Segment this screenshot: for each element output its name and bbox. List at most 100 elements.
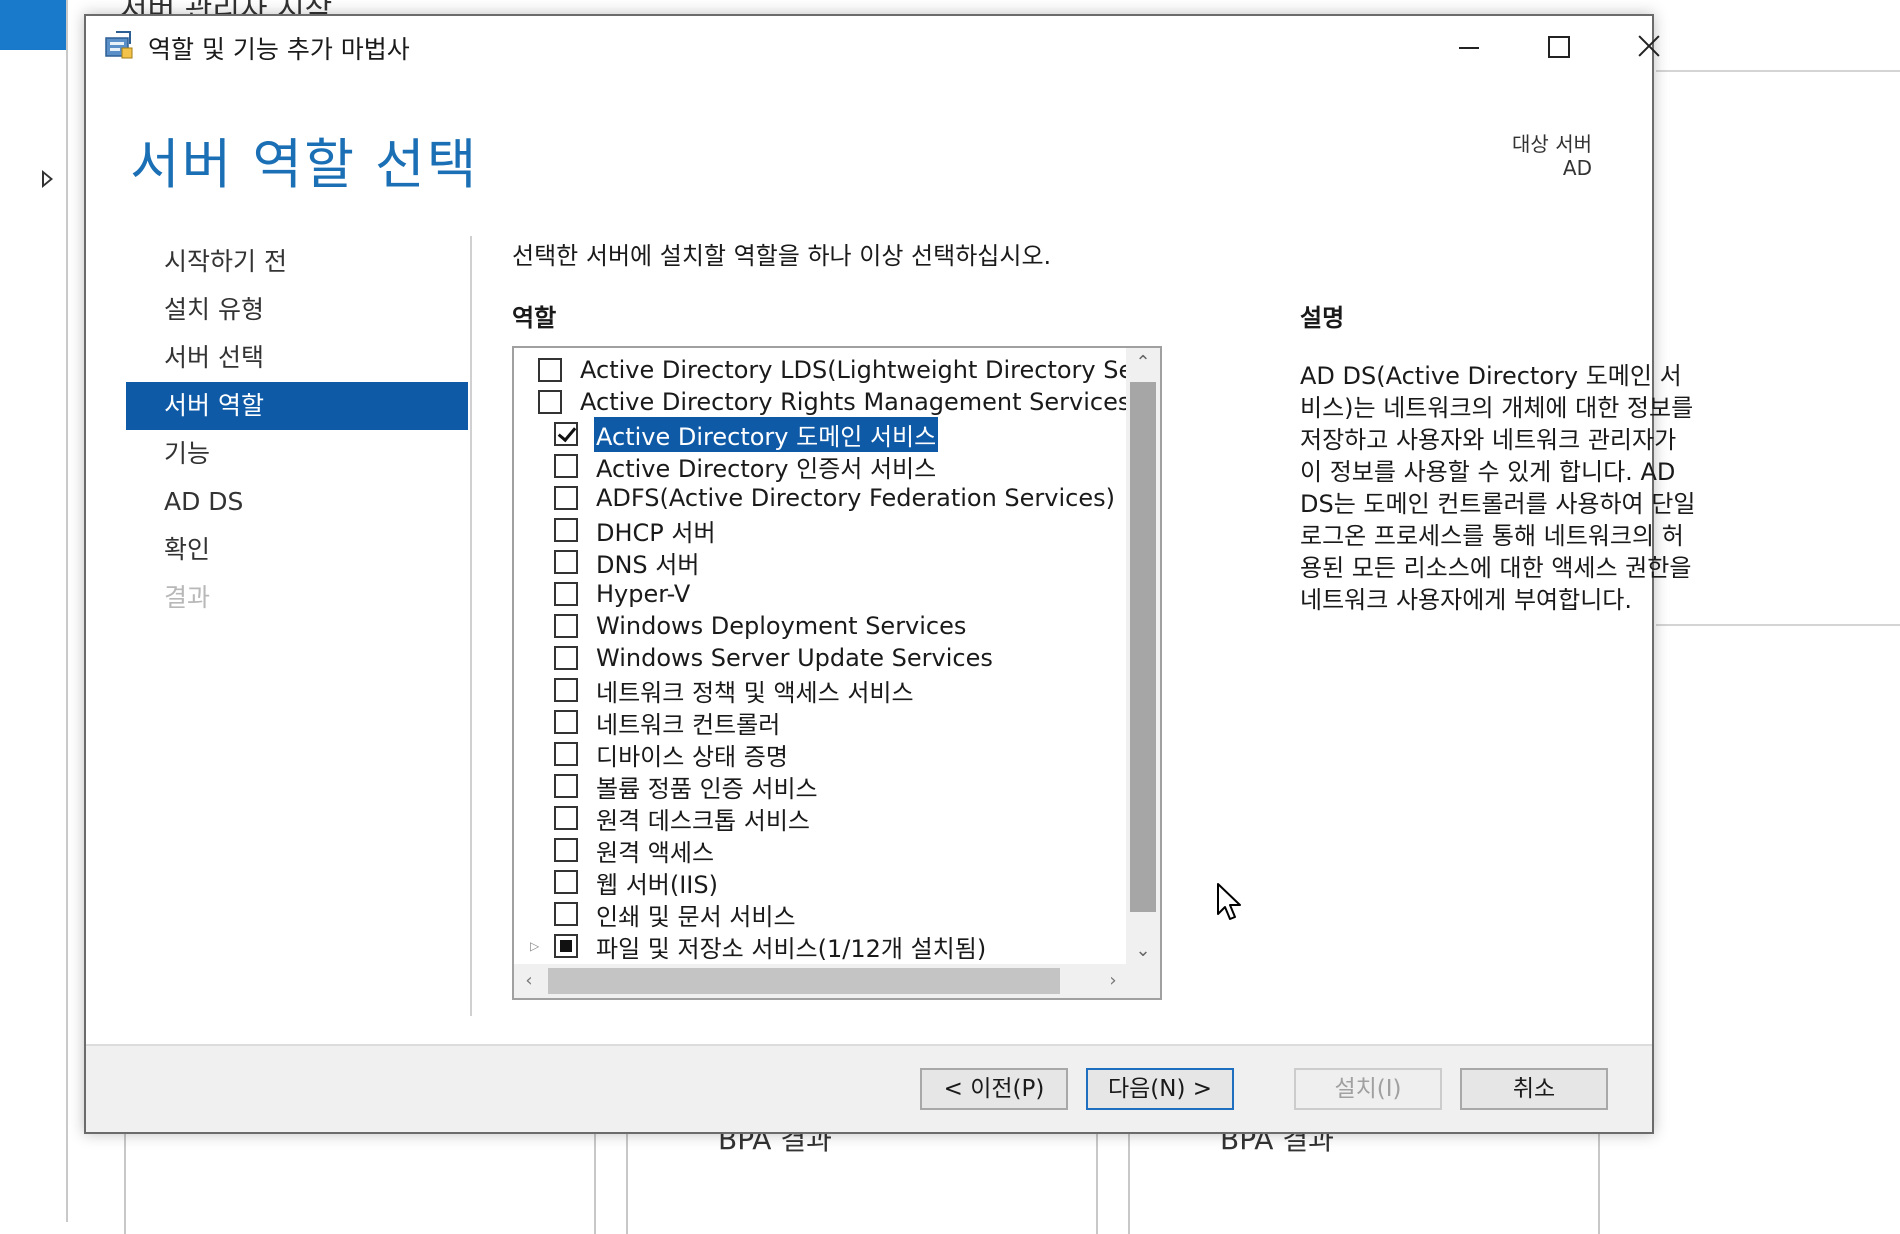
wizard-app-icon [105, 31, 133, 59]
nav-item-before-you-begin[interactable]: 시작하기 전 [126, 238, 468, 286]
minimize-icon[interactable] [1426, 16, 1512, 76]
role-list-item[interactable]: Active Directory Rights Management Servi… [514, 386, 1128, 418]
roles-header: 역할 [512, 304, 557, 332]
background-panel [626, 1132, 1098, 1234]
role-checkbox[interactable] [554, 550, 578, 574]
nav-item-features[interactable]: 기능 [126, 430, 468, 478]
role-label[interactable]: Active Directory Rights Management Servi… [578, 388, 1128, 416]
role-checkbox[interactable] [538, 358, 562, 382]
role-label[interactable]: 파일 및 저장소 서비스(1/12개 설치됨) [594, 929, 988, 964]
role-checkbox[interactable] [554, 774, 578, 798]
role-list-item[interactable]: Active Directory 도메인 서비스 [514, 416, 1128, 452]
role-label[interactable]: 원격 액세스 [594, 833, 716, 868]
role-label[interactable]: Active Directory 인증서 서비스 [594, 449, 938, 484]
nav-item-installation-type[interactable]: 설치 유형 [126, 286, 468, 334]
role-label[interactable]: 웹 서버(IIS) [594, 865, 720, 900]
role-list-item[interactable]: 네트워크 컨트롤러 [514, 705, 1128, 740]
scroll-right-icon[interactable]: › [1098, 964, 1128, 998]
role-list-item[interactable]: 웹 서버(IIS) [514, 865, 1128, 900]
role-checkbox[interactable] [554, 518, 578, 542]
maximize-icon[interactable] [1516, 16, 1602, 76]
role-label[interactable]: Hyper-V [594, 580, 692, 608]
role-checkbox[interactable] [554, 710, 578, 734]
role-list-item[interactable]: 원격 데스크톱 서비스 [514, 801, 1128, 836]
close-icon[interactable] [1606, 16, 1692, 76]
expand-triangle-icon[interactable]: ▷ [530, 939, 546, 953]
vertical-scroll-thumb[interactable] [1130, 382, 1156, 912]
role-label[interactable]: Windows Server Update Services [594, 644, 995, 672]
mouse-cursor-icon [1217, 883, 1241, 920]
role-label[interactable]: 원격 데스크톱 서비스 [594, 801, 812, 836]
background-divider [1656, 624, 1900, 626]
scroll-down-icon[interactable]: ⌄ [1126, 936, 1160, 966]
previous-button[interactable]: < 이전(P) [920, 1068, 1068, 1110]
expand-arrow-icon[interactable] [42, 170, 53, 188]
background-panel [1128, 1132, 1600, 1234]
role-checkbox[interactable] [554, 678, 578, 702]
role-label[interactable]: Active Directory 도메인 서비스 [594, 416, 939, 452]
role-label[interactable]: 디바이스 상태 증명 [594, 737, 790, 772]
role-checkbox[interactable] [554, 902, 578, 926]
wizard-footer: < 이전(P) 다음(N) > 설치(I) 취소 [86, 1044, 1652, 1132]
server-manager-sidebar [0, 0, 68, 1222]
scroll-up-icon[interactable]: ⌃ [1126, 348, 1160, 378]
role-label[interactable]: Active Directory LDS(Lightweight Directo… [578, 356, 1128, 384]
horizontal-scrollbar[interactable]: ‹ › [514, 964, 1128, 998]
role-list-item[interactable]: 볼륨 정품 인증 서비스 [514, 769, 1128, 804]
role-checkbox[interactable] [554, 934, 578, 958]
background-divider [1656, 70, 1900, 72]
role-checkbox[interactable] [554, 870, 578, 894]
scrollbar-corner [1126, 964, 1160, 998]
nav-item-ad-ds[interactable]: AD DS [126, 478, 468, 526]
role-label[interactable]: 네트워크 컨트롤러 [594, 705, 782, 740]
role-list-item[interactable]: 인쇄 및 문서 서비스 [514, 897, 1128, 932]
scroll-left-icon[interactable]: ‹ [514, 964, 544, 998]
role-list-item[interactable]: Hyper-V [514, 578, 1128, 610]
role-label[interactable]: DNS 서버 [594, 545, 701, 580]
role-checkbox[interactable] [554, 838, 578, 862]
next-button[interactable]: 다음(N) > [1086, 1068, 1234, 1110]
role-label[interactable]: 네트워크 정책 및 액세스 서비스 [594, 673, 916, 708]
nav-item-server-roles[interactable]: 서버 역할 [126, 382, 468, 430]
role-label[interactable]: Windows Deployment Services [594, 612, 968, 640]
target-server-label: 대상 서버 [1512, 132, 1592, 156]
role-label[interactable]: 볼륨 정품 인증 서비스 [594, 769, 820, 804]
wizard-steps-nav: 시작하기 전 설치 유형 서버 선택 서버 역할 기능 AD DS 확인 결과 [126, 238, 468, 622]
horizontal-scroll-thumb[interactable] [548, 968, 1060, 994]
role-checkbox[interactable] [554, 486, 578, 510]
role-list-item[interactable]: Active Directory 인증서 서비스 [514, 449, 1128, 484]
role-list-item[interactable]: Windows Server Update Services [514, 642, 1128, 674]
role-checkbox[interactable] [554, 806, 578, 830]
role-list-item[interactable]: ▷ 파일 및 저장소 서비스(1/12개 설치됨) [514, 929, 1128, 964]
role-label[interactable]: 인쇄 및 문서 서비스 [594, 897, 798, 932]
page-title: 서버 역할 선택 [130, 133, 479, 196]
role-list-item[interactable]: Windows Deployment Services [514, 610, 1128, 642]
server-manager-dashboard-tile[interactable] [0, 0, 66, 50]
role-label[interactable]: ADFS(Active Directory Federation Service… [594, 484, 1117, 512]
roles-tree[interactable]: Active Directory LDS(Lightweight Directo… [512, 346, 1162, 1000]
role-list-item[interactable]: DNS 서버 [514, 545, 1128, 580]
role-checkbox[interactable] [554, 742, 578, 766]
role-checkbox[interactable] [554, 646, 578, 670]
window-title: 역할 및 기능 추가 마법사 [148, 35, 410, 64]
role-label[interactable]: DHCP 서버 [594, 513, 718, 548]
cancel-button[interactable]: 취소 [1460, 1068, 1608, 1110]
role-description: AD DS(Active Directory 도메인 서비스)는 네트워크의 개… [1300, 362, 1696, 614]
role-checkbox[interactable] [554, 422, 578, 446]
role-list-item[interactable]: 네트워크 정책 및 액세스 서비스 [514, 673, 1128, 708]
role-checkbox[interactable] [554, 614, 578, 638]
role-list-item[interactable]: 원격 액세스 [514, 833, 1128, 868]
role-checkbox[interactable] [554, 582, 578, 606]
nav-item-confirmation[interactable]: 확인 [126, 526, 468, 574]
nav-item-server-selection[interactable]: 서버 선택 [126, 334, 468, 382]
role-checkbox[interactable] [538, 390, 562, 414]
add-roles-wizard-dialog: 역할 및 기능 추가 마법사 서버 역할 선택 대상 서버 AD 시작하기 전 … [84, 14, 1695, 1134]
target-server-value: AD [1562, 156, 1592, 180]
role-list-item[interactable]: Active Directory LDS(Lightweight Directo… [514, 354, 1128, 386]
title-bar[interactable]: 역할 및 기능 추가 마법사 [86, 16, 1652, 76]
role-list-item[interactable]: DHCP 서버 [514, 513, 1128, 548]
role-checkbox[interactable] [554, 454, 578, 478]
role-list-item[interactable]: ADFS(Active Directory Federation Service… [514, 482, 1128, 514]
vertical-scrollbar[interactable]: ⌃ ⌄ [1126, 348, 1160, 966]
role-list-item[interactable]: 디바이스 상태 증명 [514, 737, 1128, 772]
